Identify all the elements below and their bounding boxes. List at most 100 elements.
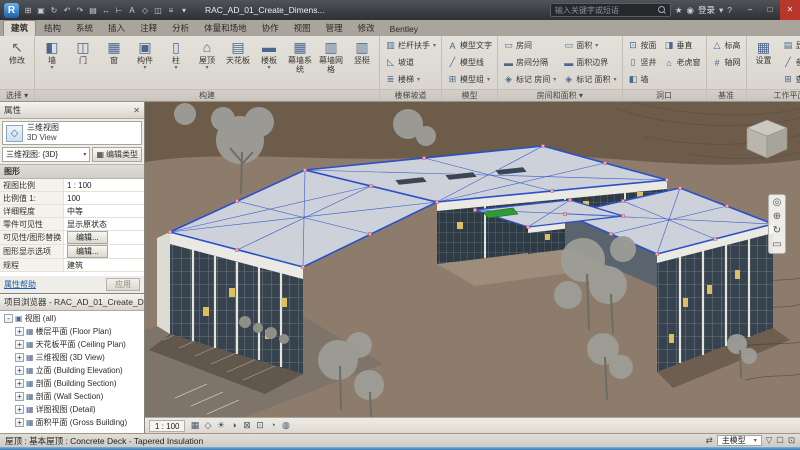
ribbon-tab[interactable]: 插入 [101, 21, 132, 36]
ribbon-button[interactable]: ◫ 门 [68, 37, 98, 89]
ribbon-button[interactable]: ▥ 竖梃 [347, 37, 377, 89]
ribbon-group-label[interactable]: 洞口 [623, 89, 706, 101]
tree-item[interactable]: + ▦ 详图视图 (Detail) [0, 403, 144, 416]
measure-icon[interactable]: ↔ [100, 6, 112, 15]
instance-selector[interactable]: 三维视图: {3D} ▾ [2, 147, 90, 162]
property-value[interactable]: 显示原状态 [67, 220, 107, 229]
ribbon-button[interactable]: ◨ 垂直 [661, 37, 704, 54]
property-row[interactable]: 可见性/图形替换 编辑... [0, 231, 144, 245]
ribbon-button[interactable]: ▣ 构件 [130, 37, 160, 89]
tree-expander-icon[interactable]: + [15, 392, 24, 401]
tree-item[interactable]: + ▦ 面积平面 (Gross Building) [0, 416, 144, 429]
text-icon[interactable]: A [126, 6, 138, 15]
tree-expander-icon[interactable]: + [15, 366, 24, 375]
ribbon-tab[interactable]: 结构 [37, 21, 68, 36]
ribbon-button[interactable]: ▥ 幕墙网格 [316, 37, 346, 89]
open-icon[interactable]: ⊞ [22, 6, 34, 15]
filter-icon[interactable]: ▽ [766, 435, 773, 446]
search-icon[interactable] [658, 6, 666, 14]
worksets-icon[interactable]: ⇄ [706, 435, 713, 446]
print-icon[interactable]: ▤ [87, 6, 99, 15]
ribbon-button[interactable]: ╱ 参照平面 [780, 54, 800, 71]
ribbon-group-label[interactable]: 选择 ▾ [0, 89, 34, 101]
sync-icon[interactable]: ↻ [48, 6, 60, 15]
tree-expander-icon[interactable]: + [15, 405, 24, 414]
app-menu-button[interactable]: R [4, 3, 19, 18]
apply-button[interactable]: 应用 [106, 278, 140, 291]
tree-item[interactable]: + ▦ 立面 (Building Elevation) [0, 364, 144, 377]
ribbon-button[interactable]: ▬ 面积边界 [560, 54, 619, 71]
sign-in-caret-icon[interactable]: ▾ [719, 5, 723, 16]
full-navigation-wheel-icon[interactable]: ◎ [773, 198, 782, 208]
property-value[interactable]: 建筑 [67, 261, 83, 270]
ribbon-tab[interactable]: 体量和场地 [197, 21, 254, 36]
ribbon-button[interactable]: ▯ 柱 [161, 37, 191, 89]
ribbon-button[interactable]: ▦ 设置 [749, 37, 779, 89]
temporary-hide-icon[interactable]: ◔ [266, 420, 279, 431]
save-icon[interactable]: ▣ [35, 6, 47, 15]
property-value[interactable]: 编辑... [67, 245, 108, 258]
reveal-hidden-icon[interactable]: ◍ [279, 420, 292, 431]
crop-view-icon[interactable]: ⊠ [240, 420, 253, 431]
tree-expander-icon[interactable]: + [15, 340, 24, 349]
type-selector[interactable]: ◇ 三维视图 3D View [2, 121, 142, 145]
ribbon-button[interactable]: △ 标高 [709, 37, 744, 54]
detail-level-icon[interactable]: ▦ [188, 420, 201, 431]
ribbon-group-label[interactable]: 模型 [442, 89, 497, 101]
maximize-button[interactable]: □ [760, 0, 780, 20]
ribbon-tab[interactable]: 分析 [165, 21, 196, 36]
tree-item[interactable]: + ▦ 楼层平面 (Floor Plan) [0, 325, 144, 338]
ribbon-group-label[interactable]: 工作平面 [747, 89, 800, 101]
qat-customize-icon[interactable]: ▾ [178, 6, 190, 15]
ribbon-button[interactable]: ≣ 楼梯 [382, 71, 439, 88]
property-row[interactable]: 视图比例 1 : 100 [0, 179, 144, 192]
ribbon-button[interactable]: ◈ 标记 房间 [500, 71, 559, 88]
ribbon-button[interactable]: ▤ 天花板 [223, 37, 253, 89]
tree-item[interactable]: + ▦ 剖面 (Wall Section) [0, 390, 144, 403]
ribbon-button[interactable]: ◧ 墙 [625, 71, 660, 88]
ribbon-button[interactable]: ▦ 窗 [99, 37, 129, 89]
ribbon-button[interactable]: ▬ 房间分隔 [500, 54, 559, 71]
close-button[interactable]: ✕ [780, 0, 800, 20]
show-crop-icon[interactable]: ⊡ [253, 420, 266, 431]
ribbon-tab[interactable]: 修改 [351, 21, 382, 36]
shadows-icon[interactable]: ◑ [227, 420, 240, 431]
ribbon-group-label[interactable]: 楼梯坡道 [380, 89, 441, 101]
property-row[interactable]: 零件可见性 显示原状态 [0, 218, 144, 231]
ribbon-tab[interactable]: 建筑 [3, 20, 36, 36]
help-icon[interactable]: ? [727, 5, 732, 15]
active-workset-select[interactable]: 主模型 ▾ [717, 435, 762, 446]
ribbon-group-label[interactable]: 基准 [707, 89, 746, 101]
visual-style-icon[interactable]: ◇ [201, 420, 214, 431]
ribbon-button[interactable]: ⌂ 老虎窗 [661, 54, 704, 71]
ribbon-button[interactable]: ▬ 楼板 [254, 37, 284, 89]
ribbon-button[interactable]: ↖ 修改 [2, 37, 32, 89]
subscription-star-icon[interactable]: ★ [675, 5, 683, 16]
orbit-icon[interactable]: ↻ [773, 226, 781, 236]
ribbon-button[interactable]: ▥ 栏杆扶手 [382, 37, 439, 54]
property-value[interactable]: 100 [67, 194, 80, 203]
ribbon-button[interactable]: # 轴网 [709, 54, 744, 71]
property-row[interactable]: 图形显示选项 编辑... [0, 245, 144, 259]
press-drag-icon[interactable]: ⊡ [788, 435, 795, 446]
ribbon-button[interactable]: ⊞ 查看器 [780, 71, 800, 88]
ribbon-tab[interactable]: 协作 [255, 21, 286, 36]
ribbon-button[interactable]: ⊞ 模型组 [444, 71, 495, 88]
model-canvas[interactable]: ◎⊕↻▭ [145, 102, 800, 417]
section-icon[interactable]: ◫ [152, 6, 164, 15]
aligned-dimension-icon[interactable]: ⊢ [113, 6, 125, 15]
view-scale-button[interactable]: 1 : 100 [149, 420, 185, 432]
ribbon-button[interactable]: ▦ 幕墙系统 [285, 37, 315, 89]
minimize-button[interactable]: – [740, 0, 760, 20]
default-3d-view-icon[interactable]: ◇ [139, 6, 151, 15]
ribbon-tab[interactable]: Bentley [383, 23, 425, 36]
property-row[interactable]: 比例值 1: 100 [0, 192, 144, 205]
thin-lines-icon[interactable]: ≡ [165, 6, 177, 15]
ribbon-group-label[interactable]: 构建 [35, 89, 379, 101]
user-icon[interactable]: ◉ [687, 5, 694, 16]
tree-expander-icon[interactable]: + [15, 353, 24, 362]
ribbon-button[interactable]: ╱ 模型线 [444, 54, 495, 71]
ribbon-button[interactable]: ▤ 显示 [780, 37, 800, 54]
ribbon-button[interactable]: ▯ 竖井 [625, 54, 660, 71]
edit-type-button[interactable]: ▦ 编辑类型 [92, 147, 142, 162]
